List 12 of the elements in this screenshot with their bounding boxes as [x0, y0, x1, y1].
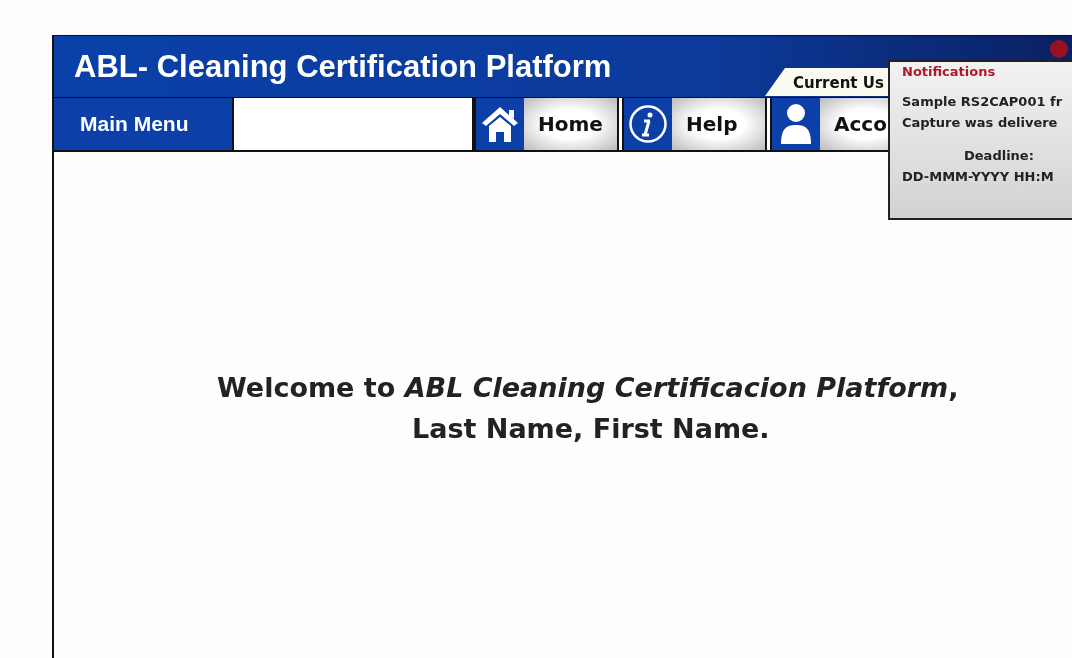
user-icon: [780, 103, 812, 145]
nav-button[interactable]: Help: [672, 98, 765, 150]
deadline-label: Deadline:: [963, 147, 1035, 165]
app-title: ABL- Cleaning Certification Platform: [74, 48, 612, 85]
welcome-message: Welcome to ABL Cleaning Certificacion Platform,: [217, 372, 959, 403]
nav-button[interactable]: Home: [524, 98, 617, 150]
main-menu-button[interactable]: Main Menu: [54, 98, 234, 150]
user-name: Last Name, First Name.: [412, 413, 770, 444]
info-icon: [628, 104, 668, 144]
deadline-value: DD-MMM-YYYY HH:M: [902, 168, 1055, 186]
home-icon: [480, 104, 520, 144]
notification-title: Notifications: [902, 64, 997, 79]
